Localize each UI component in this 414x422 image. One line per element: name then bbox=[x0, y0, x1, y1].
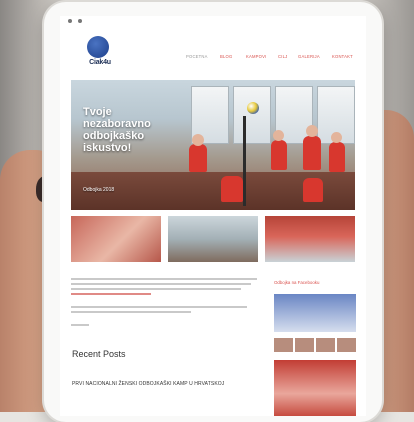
sidebar-feature-photo[interactable] bbox=[274, 360, 356, 416]
hero-title-line: iskustvo! bbox=[83, 142, 132, 154]
site-logo[interactable]: Ciak4u bbox=[80, 36, 120, 72]
thumbnail-image[interactable] bbox=[168, 216, 258, 262]
intro-text-block bbox=[71, 278, 261, 329]
post-title[interactable]: PRVI NACIONALNI ŽENSKI ODBOJKAŠKI KAMP U… bbox=[72, 381, 224, 387]
nav-item-camps[interactable]: KAMPOVI bbox=[246, 54, 266, 59]
sidebar-photo[interactable] bbox=[316, 338, 335, 352]
thumbnail-image[interactable] bbox=[71, 216, 161, 262]
text-line bbox=[71, 311, 191, 313]
logo-text: Ciak4u bbox=[89, 59, 111, 66]
player-head bbox=[331, 132, 342, 143]
facebook-widget[interactable] bbox=[274, 294, 356, 332]
player-head bbox=[306, 125, 318, 137]
nav-item-contact[interactable]: KONTAKT bbox=[332, 54, 353, 59]
nav-item-home[interactable]: POCETNA bbox=[186, 54, 208, 59]
main-nav: POCETNA BLOG KAMPOVI CILJ GALERIJA KONTA… bbox=[186, 54, 366, 64]
text-line bbox=[71, 283, 251, 285]
nav-item-goal[interactable]: CILJ bbox=[278, 54, 287, 59]
text-line bbox=[71, 306, 247, 308]
volleyball-logo-icon bbox=[87, 36, 109, 58]
text-line bbox=[71, 288, 241, 290]
hero-date: Odbojka 2018 bbox=[83, 187, 115, 193]
player-figure bbox=[329, 142, 345, 172]
browser-dot-icon bbox=[68, 19, 72, 23]
sidebar-photo-row bbox=[274, 338, 356, 352]
player-figure bbox=[271, 140, 287, 170]
text-line bbox=[71, 278, 257, 280]
recent-posts-heading: Recent Posts bbox=[72, 349, 126, 359]
tablet-screen: Ciak4u POCETNA BLOG KAMPOVI CILJ GALERIJ… bbox=[60, 16, 366, 416]
nav-item-gallery[interactable]: GALERIJA bbox=[298, 54, 320, 59]
volleyball-net bbox=[243, 116, 246, 206]
thumbnail-row bbox=[71, 216, 355, 262]
text-line bbox=[71, 324, 89, 326]
player-head bbox=[273, 130, 284, 141]
hero-title-line: nezaboravno bbox=[83, 118, 151, 130]
text-link-line[interactable] bbox=[71, 293, 151, 295]
browser-dot-icon bbox=[78, 19, 82, 23]
sidebar-photo[interactable] bbox=[295, 338, 314, 352]
sidebar-heading: Odbojka na Facebooku bbox=[274, 280, 320, 285]
player-figure bbox=[303, 178, 323, 202]
player-figure bbox=[221, 176, 243, 202]
tablet-frame: Ciak4u POCETNA BLOG KAMPOVI CILJ GALERIJ… bbox=[44, 2, 382, 422]
hero-banner[interactable]: Tvoje nezaboravno odbojkaško iskustvo! O… bbox=[71, 80, 355, 210]
sidebar-photo[interactable] bbox=[337, 338, 356, 352]
thumbnail-image[interactable] bbox=[265, 216, 355, 262]
volleyball-icon bbox=[247, 102, 259, 114]
browser-topbar bbox=[60, 16, 366, 26]
sidebar-photo[interactable] bbox=[274, 338, 293, 352]
nav-item-blog[interactable]: BLOG bbox=[220, 54, 232, 59]
hero-title-line: Tvoje bbox=[83, 106, 112, 118]
hero-title-line: odbojkaško bbox=[83, 130, 145, 142]
hero-title: Tvoje nezaboravno odbojkaško iskustvo! bbox=[83, 106, 203, 154]
player-figure bbox=[303, 136, 321, 170]
gym-window bbox=[233, 86, 271, 144]
